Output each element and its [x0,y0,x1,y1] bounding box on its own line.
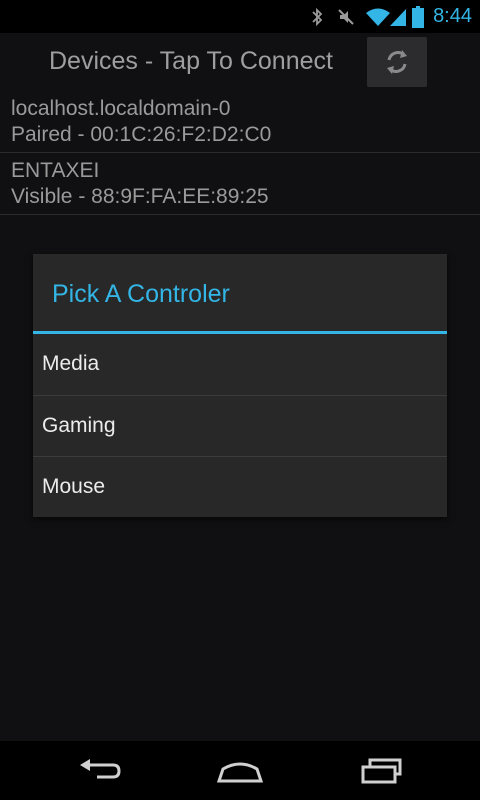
option-label: Gaming [42,414,116,437]
status-time: 8:44 [433,5,472,27]
home-icon [216,762,264,782]
back-button[interactable] [50,741,150,800]
navigation-bar [0,741,480,800]
header: Devices - Tap To Connect [0,33,480,91]
mute-icon [335,0,357,33]
list-item[interactable]: localhost.localdomain-0 Paired - 00:1C:2… [0,91,480,153]
signal-icon [388,0,408,33]
option-media[interactable]: Media [33,334,447,395]
refresh-button[interactable] [367,37,427,87]
page-title: Devices - Tap To Connect [49,47,333,75]
home-button[interactable] [190,741,290,800]
back-icon [80,758,121,778]
recent-apps-button[interactable] [332,741,432,800]
recent-apps-icon [361,758,402,783]
refresh-icon [387,50,407,74]
device-name: localhost.localdomain-0 [11,97,231,120]
dialog-title: Pick A Controler [52,280,230,308]
device-name: ENTAXEI [11,159,100,182]
bluetooth-icon [308,0,326,33]
option-label: Media [42,352,100,375]
battery-icon [410,0,426,33]
option-mouse[interactable]: Mouse [33,457,447,518]
device-status: Paired - 00:1C:26:F2:D2:C0 [11,123,272,146]
option-label: Mouse [42,475,106,498]
list-item[interactable]: ENTAXEI Visible - 88:9F:FA:EE:89:25 [0,153,480,215]
status-bar: 8:44 [0,0,480,33]
option-gaming[interactable]: Gaming [33,396,447,457]
device-status: Visible - 88:9F:FA:EE:89:25 [11,185,269,208]
controller-picker-dialog: Pick A Controler Media Gaming Mouse [33,254,447,517]
